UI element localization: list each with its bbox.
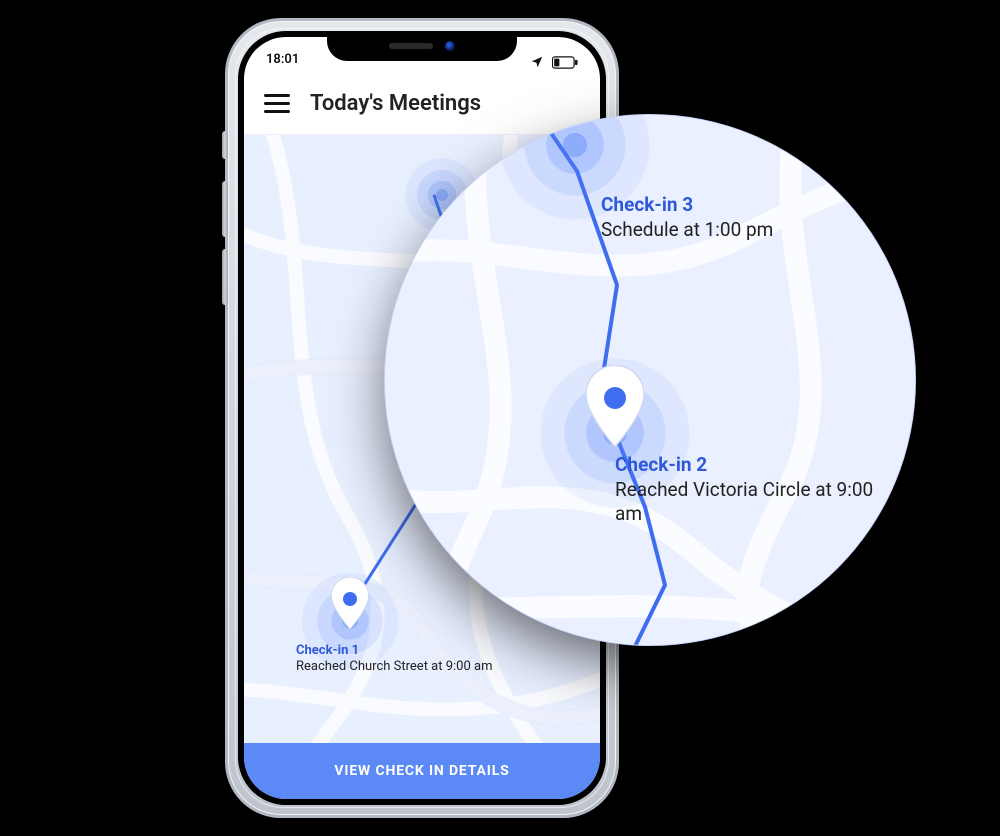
map-pin-icon[interactable] <box>586 365 644 447</box>
checkin-3-title: Check-in 3 <box>601 193 773 218</box>
page-title: Today's Meetings <box>310 91 481 116</box>
hamburger-icon[interactable] <box>264 94 290 113</box>
map-pin-dot <box>343 592 357 606</box>
view-details-label: VIEW CHECK IN DETAILS <box>334 763 509 779</box>
location-arrow-icon <box>530 55 544 69</box>
phone-volume-down <box>222 249 228 305</box>
phone-notch <box>327 31 517 61</box>
map-pin-dot <box>604 387 626 409</box>
map-pin-icon[interactable] <box>331 577 369 629</box>
checkin-2-subtitle: Reached Victoria Circle at 9:00 am <box>615 478 875 527</box>
view-check-in-details-button[interactable]: VIEW CHECK IN DETAILS <box>244 743 600 799</box>
battery-icon <box>552 56 578 69</box>
phone-speaker <box>389 43 433 49</box>
checkin-1-label: Check-in 1 Reached Church Street at 9:00… <box>296 643 493 676</box>
phone-volume-up <box>222 181 228 237</box>
stage: 18:01 <box>0 0 1000 836</box>
checkin-3-label: Check-in 3 Schedule at 1:00 pm <box>601 193 773 242</box>
phone-front-camera <box>445 41 455 51</box>
phone-mute-switch <box>222 131 228 159</box>
checkin-3-subtitle: Schedule at 1:00 pm <box>601 218 773 243</box>
checkin-1-subtitle: Reached Church Street at 9:00 am <box>296 659 493 675</box>
checkin-2-title: Check-in 2 <box>615 453 875 478</box>
status-time: 18:01 <box>266 52 299 73</box>
magnifier-lens: Check-in 3 Schedule at 1:00 pm Check-in … <box>385 115 915 645</box>
checkin-2-label: Check-in 2 Reached Victoria Circle at 9:… <box>615 453 875 527</box>
status-right-cluster <box>530 55 578 73</box>
checkin-1-title: Check-in 1 <box>296 643 493 659</box>
